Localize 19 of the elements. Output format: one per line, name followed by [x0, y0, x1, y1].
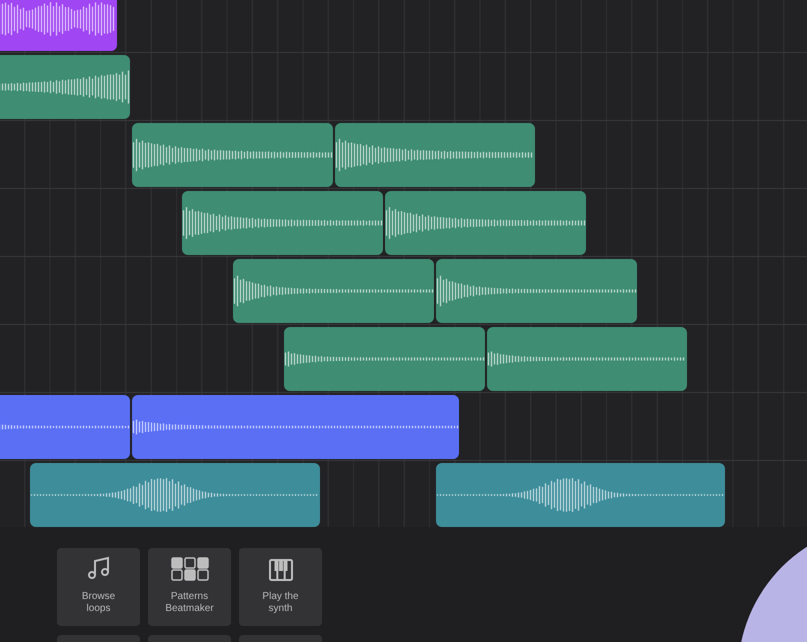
audio-clip[interactable] [182, 191, 383, 255]
music-note-icon [86, 555, 112, 581]
audio-clip[interactable] [132, 395, 459, 459]
audio-clip[interactable] [0, 55, 130, 119]
audio-clip[interactable] [132, 123, 333, 187]
audio-clip[interactable] [385, 191, 586, 255]
tool-button[interactable]: Play the synth [239, 548, 322, 626]
pad-grid-icon [170, 557, 208, 581]
piano-keys-icon [268, 559, 292, 581]
audio-clip[interactable] [30, 463, 320, 527]
audio-clip[interactable] [436, 463, 725, 527]
audio-clip[interactable] [335, 123, 535, 187]
audio-clip[interactable] [0, 395, 130, 459]
tool-button[interactable]: Patterns Beatmaker [148, 548, 231, 626]
audio-clip[interactable] [284, 327, 485, 391]
audio-clip[interactable] [233, 259, 434, 323]
audio-clip[interactable] [487, 327, 687, 391]
tool-button[interactable]: Browse loops [57, 548, 140, 626]
audio-clip[interactable] [436, 259, 637, 323]
